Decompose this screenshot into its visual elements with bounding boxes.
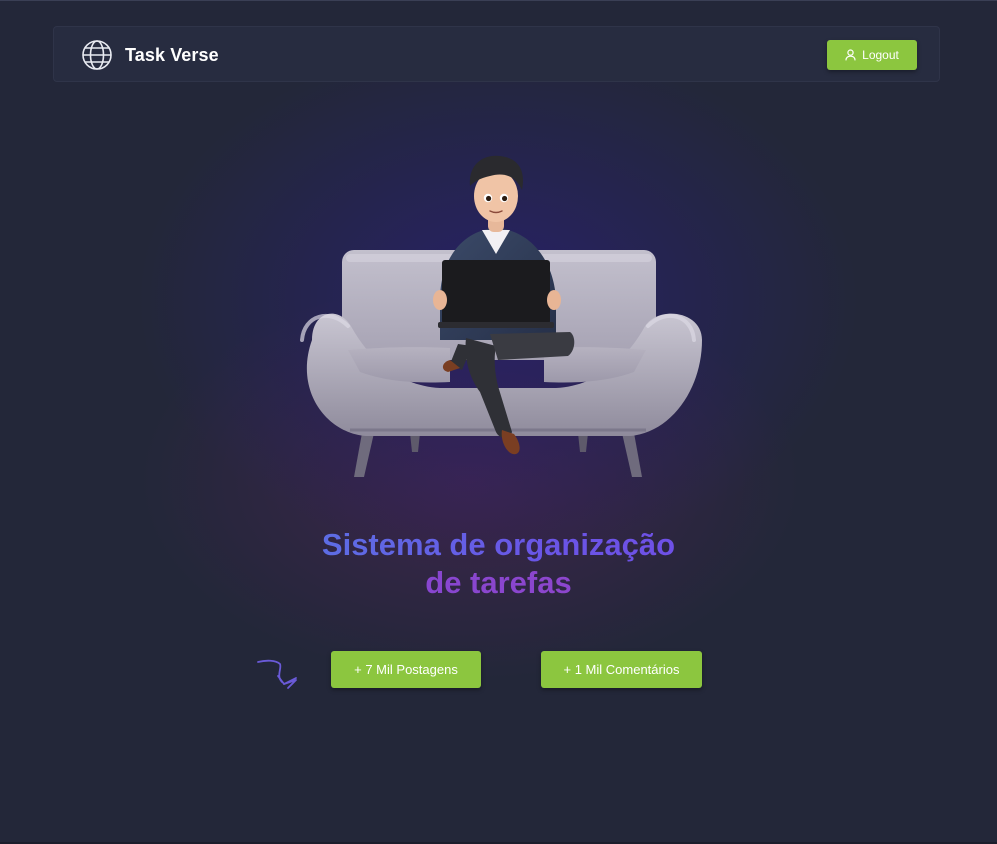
laptop [442, 260, 550, 324]
sofa-leg [622, 433, 642, 477]
posts-stat-label: + 7 Mil Postagens [354, 662, 458, 677]
sofa-leg [354, 433, 374, 477]
comments-stat-label: + 1 Mil Comentários [563, 662, 680, 677]
hero-illustration [300, 155, 702, 477]
posts-stat-button[interactable]: + 7 Mil Postagens [331, 651, 481, 688]
hero-title: Sistema de organização de tarefas [0, 526, 997, 602]
hero-title-line1: Sistema de organização [0, 526, 997, 564]
navbar: Task Verse Logout [53, 26, 940, 82]
hero-title-line2: de tarefas [0, 564, 997, 602]
window-top-border [0, 0, 997, 1]
logout-label: Logout [862, 48, 899, 62]
comments-stat-button[interactable]: + 1 Mil Comentários [541, 651, 702, 688]
brand-title: Task Verse [125, 45, 219, 65]
globe-icon [82, 40, 112, 70]
logout-button[interactable]: Logout [827, 40, 917, 70]
user-icon [845, 49, 856, 61]
arrow-doodle-icon [257, 659, 297, 689]
